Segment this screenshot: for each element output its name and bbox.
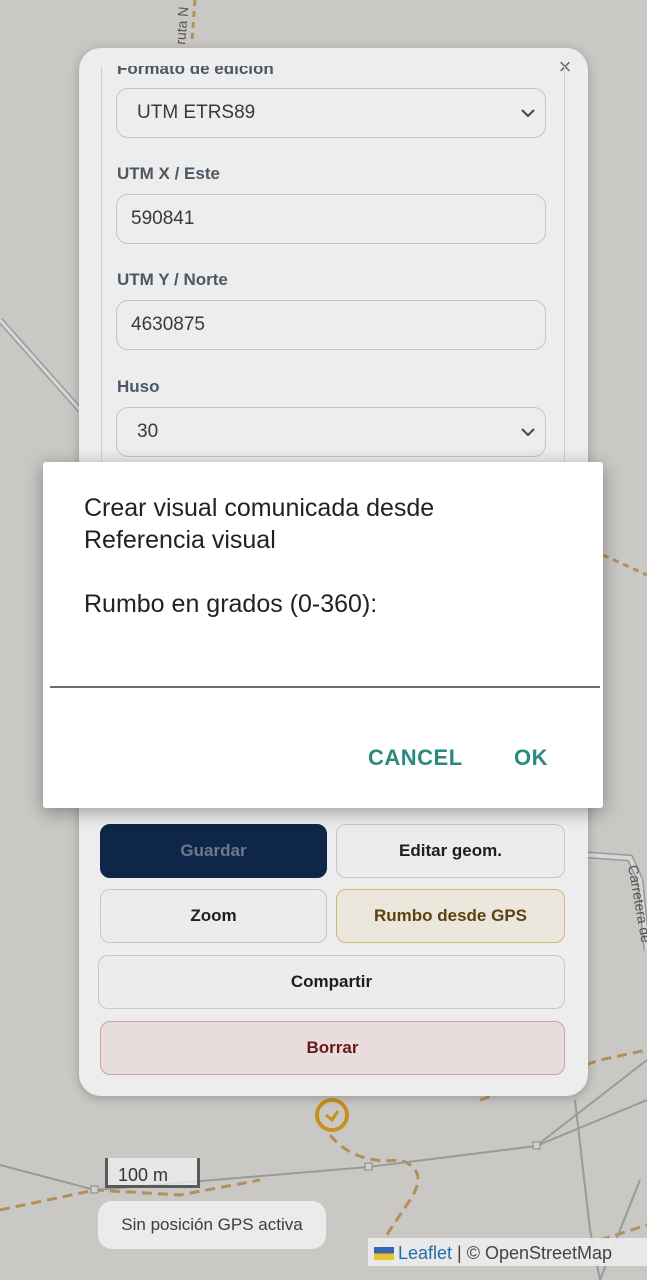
- road-node: [90, 1185, 99, 1194]
- utm-y-input[interactable]: 4630875: [116, 300, 546, 350]
- heading-input[interactable]: [50, 638, 600, 688]
- chevron-down-icon: [521, 109, 535, 118]
- road-node: [532, 1141, 541, 1150]
- zoom-button[interactable]: Zoom: [100, 889, 327, 943]
- reference-marker-icon: [315, 1098, 349, 1132]
- openstreetmap-link[interactable]: OpenStreetMap: [485, 1243, 612, 1263]
- huso-label: Huso: [117, 377, 160, 396]
- heading-from-gps-button[interactable]: Rumbo desde GPS: [336, 889, 565, 943]
- dialog-message: Rumbo en grados (0-360):: [84, 590, 378, 618]
- format-value: UTM ETRS89: [137, 102, 256, 123]
- utm-y-label: UTM Y / Norte: [117, 270, 228, 289]
- save-button[interactable]: Guardar: [100, 824, 327, 878]
- ok-button[interactable]: OK: [514, 740, 548, 776]
- utm-x-input[interactable]: 590841: [116, 194, 546, 244]
- share-button[interactable]: Compartir: [98, 955, 565, 1009]
- leaflet-link[interactable]: Leaflet: [398, 1243, 452, 1263]
- scale-bar: 100 m: [98, 1158, 210, 1194]
- map-attribution: Leaflet | © OpenStreetMap: [368, 1238, 647, 1266]
- ukraine-flag-icon: [374, 1247, 394, 1260]
- scale-label: 100 m: [105, 1158, 200, 1188]
- delete-button[interactable]: Borrar: [100, 1021, 565, 1075]
- format-select[interactable]: UTM ETRS89: [116, 88, 546, 138]
- road-label-top: ruta N: [172, 6, 191, 45]
- huso-select[interactable]: 30: [116, 407, 546, 457]
- road-node: [364, 1162, 373, 1171]
- gps-status-badge: Sin posición GPS activa: [98, 1201, 326, 1249]
- attribution-separator: | ©: [452, 1243, 485, 1263]
- panel-form: Formato de edición UTM ETRS89 UTM X / Es…: [101, 66, 565, 486]
- heading-dialog: Crear visual comunicada desde Referencia…: [43, 462, 603, 808]
- format-label: Formato de edición: [117, 66, 274, 78]
- dialog-title: Crear visual comunicada desde Referencia…: [84, 494, 435, 554]
- edit-geometry-button[interactable]: Editar geom.: [336, 824, 565, 878]
- utm-x-label: UTM X / Este: [117, 164, 220, 183]
- cancel-button[interactable]: CANCEL: [368, 740, 463, 776]
- chevron-down-icon: [521, 428, 535, 437]
- huso-value: 30: [137, 421, 159, 442]
